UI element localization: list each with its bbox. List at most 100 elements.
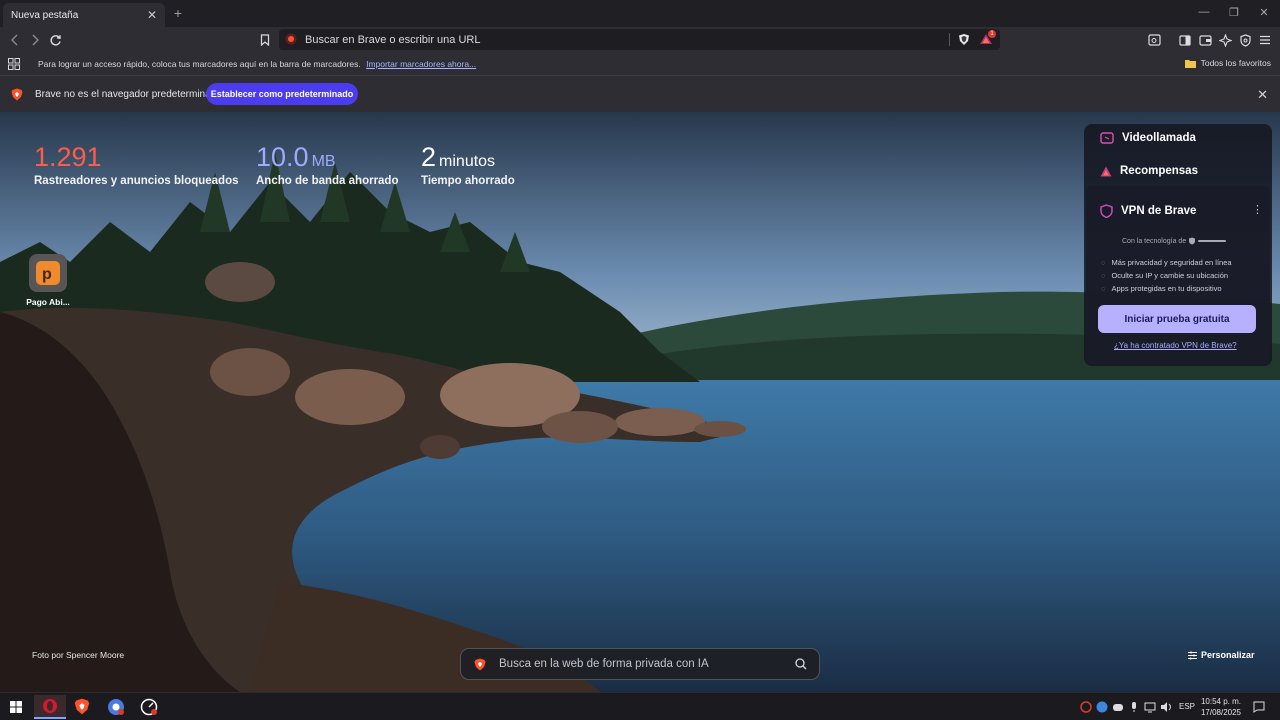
vpn-card-title: VPN de Brave (1100, 204, 1196, 218)
stat-bandwidth-unit: MB (311, 153, 336, 170)
vpn-feature-1-text: Más privacidad y seguridad en línea (1111, 258, 1232, 267)
videocall-card[interactable]: Videollamada (1100, 132, 1196, 144)
top-site-label: Pago Abi... (26, 297, 70, 307)
bookmarks-hint: Para lograr un acceso rápido, coloca tus… (38, 59, 476, 69)
stat-time-value: 2 (421, 142, 437, 172)
windows-taskbar: ESP 10:54 p. m. 17/08/2025 (0, 692, 1280, 720)
stat-trackers-label: Rastreadores y anuncios bloqueados (34, 175, 239, 187)
all-favorites-button[interactable]: Todos los favoritos (1184, 58, 1271, 68)
vpn-feature-2-text: Oculte su IP y cambie su ubicación (1111, 271, 1229, 280)
vpn-feature-3-text: Apps protegidas en tu dispositivo (1111, 284, 1222, 293)
brave-logo-icon (474, 658, 486, 671)
window-close-icon[interactable]: ✕ (1257, 6, 1271, 20)
chrome-taskbar-icon[interactable] (107, 698, 125, 716)
brave-logo-icon (11, 88, 23, 101)
speedtest-taskbar-icon[interactable] (140, 698, 158, 716)
tab-new-tab[interactable]: Nueva pestaña ✕ (3, 3, 165, 27)
top-site-favicon: p (29, 254, 67, 292)
vpn-icon (1100, 204, 1113, 218)
vpn-feature-1: ◌ Más privacidad y seguridad en línea (1101, 258, 1232, 267)
sidebar-icon[interactable] (1177, 32, 1193, 48)
tab-strip (0, 0, 1280, 27)
restore-icon[interactable]: ❐ (1227, 6, 1241, 20)
vpn-start-trial-button[interactable]: Iniciar prueba gratuita (1098, 305, 1256, 333)
tab-search-icon[interactable] (1146, 32, 1162, 48)
stat-bandwidth-value: 10.0 (256, 142, 309, 172)
rewards-card[interactable]: Recompensas (1100, 165, 1198, 177)
guardian-logo-icon (1189, 237, 1227, 245)
bookmark-icon[interactable] (257, 32, 273, 48)
vpn-more-icon[interactable]: ⋮ (1252, 203, 1263, 216)
tray-discord-icon[interactable] (1112, 701, 1124, 713)
default-browser-infobar: Brave no es el navegador predeterminado … (0, 75, 1280, 112)
stat-trackers-blocked: 1.291 Rastreadores y anuncios bloqueados (34, 142, 239, 187)
brave-shields-icon[interactable] (958, 33, 970, 46)
stat-time-saved: 2 minutos Tiempo ahorrado (421, 142, 515, 187)
photo-credit: Foto por Spencer Moore (32, 650, 125, 660)
vpn-title-label: VPN de Brave (1121, 205, 1197, 217)
stat-time-label: Tiempo ahorrado (421, 175, 515, 187)
brave-taskbar-icon[interactable] (74, 698, 90, 715)
back-icon[interactable] (7, 32, 23, 48)
windows-start-icon[interactable] (10, 701, 22, 713)
infobar-close-icon[interactable]: ✕ (1257, 87, 1268, 103)
address-placeholder: Buscar en Brave o escribir una URL (305, 33, 481, 46)
videocall-icon (1100, 132, 1114, 144)
brave-search-icon (285, 33, 297, 45)
stat-trackers-value: 1.291 (34, 142, 102, 172)
tray-volume-icon[interactable] (1160, 701, 1172, 713)
menu-icon[interactable] (1257, 32, 1273, 48)
tray-language[interactable]: ESP (1179, 702, 1195, 711)
import-bookmarks-link[interactable]: Importar marcadores ahora... (366, 59, 476, 69)
tab-close-icon[interactable]: ✕ (147, 8, 157, 22)
set-default-button[interactable]: Establecer como predeterminado (206, 83, 358, 105)
check-icon: ◌ (1101, 258, 1106, 267)
clock-time: 10:54 p. m. (1200, 697, 1242, 706)
tab-title: Nueva pestaña (11, 9, 79, 21)
check-icon: ◌ (1101, 284, 1106, 293)
stat-bandwidth-saved: 10.0 MB Ancho de banda ahorrado (256, 142, 399, 187)
customize-label: Personalizar (1201, 650, 1255, 660)
brave-widget-panel: Videollamada Recompensas VPN de Brave ⋮ … (1084, 124, 1272, 366)
vpn-powered-by: Con la tecnología de (1122, 237, 1227, 245)
minimize-icon[interactable]: — (1197, 6, 1211, 20)
tray-chrome-icon[interactable] (1080, 701, 1092, 713)
bookmarks-bar: Para lograr un acceso rápido, coloca tus… (0, 53, 1280, 75)
wallet-icon[interactable] (1197, 32, 1213, 48)
top-site-tile[interactable]: p Pago Abi... (23, 254, 73, 307)
check-icon: ◌ (1101, 271, 1106, 280)
notifications-icon[interactable] (1253, 701, 1265, 713)
vpn-existing-link[interactable]: ¿Ya ha contratado VPN de Brave? (1114, 341, 1237, 350)
vpn-feature-2: ◌ Oculte su IP y cambie su ubicación (1101, 271, 1228, 280)
rewards-label: Recompensas (1120, 165, 1198, 177)
videocall-label: Videollamada (1122, 132, 1196, 144)
reload-icon[interactable] (47, 32, 63, 48)
customize-button[interactable]: Personalizar (1188, 650, 1255, 660)
clock-date: 17/08/2025 (1200, 708, 1242, 717)
vpn-shield-icon[interactable] (1237, 32, 1253, 48)
new-tab-plus-icon[interactable]: + (171, 5, 185, 21)
search-icon[interactable] (795, 658, 807, 670)
tray-sync-icon[interactable] (1096, 701, 1108, 713)
private-search-box[interactable]: Busca en la web de forma privada con IA (460, 648, 820, 680)
svg-text:p: p (42, 266, 52, 283)
bookmarks-hint-text: Para lograr un acceso rápido, coloca tus… (38, 59, 361, 69)
address-divider (949, 33, 950, 46)
rewards-icon (1100, 166, 1112, 177)
opera-taskbar-icon[interactable] (34, 695, 66, 719)
folder-icon (1184, 59, 1196, 68)
stat-bandwidth-label: Ancho de banda ahorrado (256, 175, 399, 187)
search-placeholder: Busca en la web de forma privada con IA (499, 658, 709, 670)
stat-time-unit: minutos (439, 153, 496, 170)
tray-clock[interactable]: 10:54 p. m. 17/08/2025 (1200, 696, 1242, 718)
apps-grid-icon[interactable] (8, 58, 20, 70)
forward-icon[interactable] (27, 32, 43, 48)
address-bar[interactable]: Buscar en Brave o escribir una URL 1 (279, 29, 1000, 50)
leo-ai-icon[interactable] (1217, 32, 1233, 48)
all-favorites-label: Todos los favoritos (1200, 58, 1271, 68)
rewards-badge: 1 (988, 30, 996, 38)
customize-icon (1188, 651, 1197, 660)
tray-mic-icon[interactable] (1128, 701, 1140, 713)
vpn-feature-3: ◌ Apps protegidas en tu dispositivo (1101, 284, 1222, 293)
tray-network-icon[interactable] (1144, 701, 1156, 713)
